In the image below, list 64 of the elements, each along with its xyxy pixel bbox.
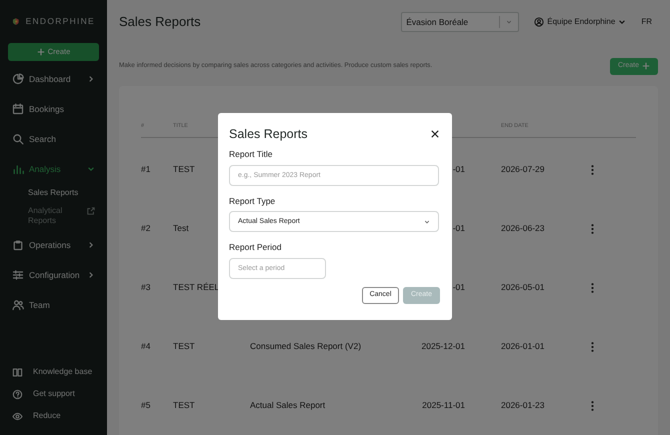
table-cell: 2025-11-01	[421, 399, 465, 412]
chevron-down-icon	[424, 218, 430, 225]
chevron-down-icon	[618, 18, 626, 26]
more-options-icon[interactable]	[591, 282, 594, 292]
table-cell: #4	[141, 341, 150, 352]
nav-item[interactable]: Search	[8, 124, 99, 154]
more-options-icon[interactable]	[591, 164, 594, 174]
close-icon[interactable]	[431, 130, 439, 138]
brand-name: ENDORPHINE	[26, 14, 95, 28]
dialog-title: Sales Reports	[229, 126, 308, 143]
nav-item[interactable]: Configuration	[8, 260, 99, 290]
table-cell: #3	[141, 282, 150, 292]
table-cell: TEST RÉEL	[173, 282, 220, 292]
user-icon	[534, 17, 544, 27]
book-icon	[12, 366, 23, 378]
sliders-icon	[12, 269, 24, 281]
table-cell-text: -01	[452, 163, 465, 176]
field-label: Report Title	[229, 148, 274, 160]
footer-nav-item[interactable]: Reduce	[8, 405, 99, 427]
table-cell: TEST	[173, 341, 195, 352]
table-cell: TEST	[173, 164, 195, 174]
nav-item[interactable]: Analysis	[8, 154, 99, 184]
footer-nav-item[interactable]: Knowledge base	[8, 361, 99, 383]
eye-icon	[12, 410, 23, 422]
plus-icon	[36, 48, 45, 56]
language-link[interactable]: FR	[641, 16, 652, 28]
table-cell: Test	[173, 223, 189, 234]
team-icon	[12, 299, 24, 311]
table-cell: 2026-07-29	[501, 164, 544, 174]
help-icon	[12, 388, 23, 400]
field-label: Report Type	[229, 194, 276, 208]
table-cell: Consumed Sales Report (V2)	[250, 341, 362, 352]
user-menu[interactable]: Équipe Endorphine	[534, 16, 626, 28]
page-title: Sales Reports	[119, 13, 202, 32]
table-cell: 2026-06-23	[501, 223, 544, 234]
pie-chart-icon	[12, 73, 24, 85]
table-cell: Actual Sales Report	[250, 400, 326, 410]
nav-item[interactable]: Dashboard	[8, 64, 99, 94]
nav-item[interactable]: Bookings	[8, 94, 99, 124]
nav-item[interactable]: Operations	[8, 230, 99, 260]
bar-chart-icon	[12, 163, 24, 175]
table-cell: 2025-12-01	[421, 340, 465, 353]
organization-select[interactable]: Évasion Boréale	[401, 12, 520, 32]
nav-item[interactable]: Team	[8, 290, 99, 320]
more-options-icon[interactable]	[591, 400, 594, 410]
table-cell-text: -01	[452, 222, 465, 235]
field-label: Report Period	[229, 241, 282, 254]
nav-subitem[interactable]: Sales Reports	[8, 184, 99, 202]
table-cell: 2026-01-01	[501, 341, 544, 352]
table-cell: TEST	[173, 400, 195, 410]
search-icon	[12, 133, 24, 145]
nav-subitem[interactable]: Analytical Reports	[8, 202, 99, 230]
clipboard-icon	[12, 239, 24, 251]
table-cell: #2	[141, 223, 150, 234]
chevron-down-icon	[506, 19, 512, 25]
calendar-icon	[12, 103, 24, 115]
table-cell: 2026-05-01	[501, 282, 544, 292]
more-options-icon[interactable]	[591, 224, 594, 234]
more-options-icon[interactable]	[591, 342, 594, 352]
plus-icon	[642, 62, 650, 70]
table-cell: #5	[141, 400, 150, 410]
table-cell: 2026-01-23	[501, 400, 544, 410]
table-cell: #1	[141, 164, 150, 174]
footer-nav-item[interactable]: Get support	[8, 383, 99, 405]
